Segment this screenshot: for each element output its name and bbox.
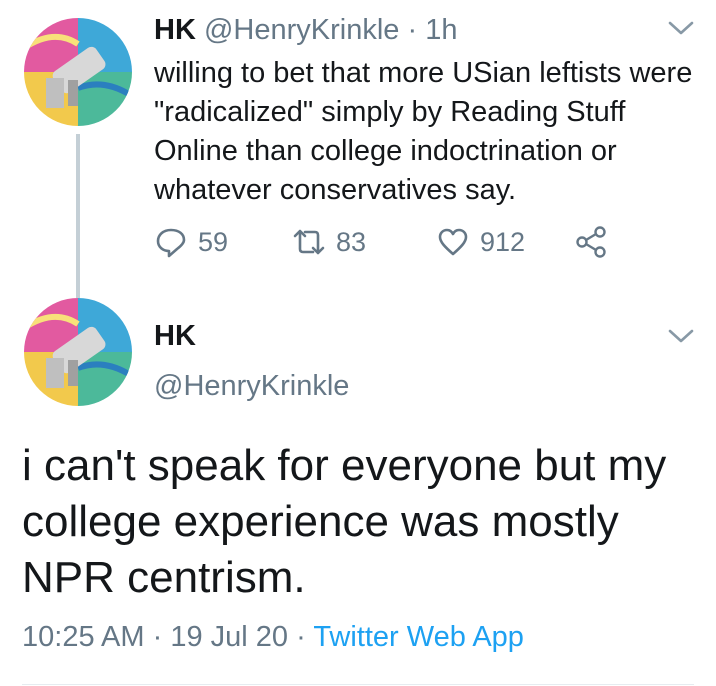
handle[interactable]: @HenryKrinkle	[204, 14, 399, 46]
avatar[interactable]	[24, 298, 132, 406]
retweet-icon	[293, 229, 325, 255]
date[interactable]: 19 Jul 20	[170, 621, 288, 653]
reply-count: 59	[198, 226, 229, 257]
display-name[interactable]: HK	[154, 318, 196, 354]
like-button[interactable]: 912	[436, 222, 525, 262]
display-name[interactable]: HK	[154, 14, 196, 46]
share-button[interactable]	[574, 222, 608, 262]
source-link[interactable]: Twitter Web App	[313, 621, 524, 653]
retweet-count: 83	[336, 226, 367, 257]
tweet-header: HK @HenryKrinkle · 1h	[154, 12, 457, 48]
retweet-button[interactable]: 83	[292, 222, 366, 262]
heart-icon	[438, 228, 468, 256]
separator: ·	[407, 14, 418, 46]
action-bar: 59 83 912	[154, 222, 674, 262]
timestamp[interactable]: 10:25 AM	[22, 621, 145, 653]
handle[interactable]: @HenryKrinkle	[154, 368, 349, 404]
reply-button[interactable]: 59	[154, 222, 228, 262]
tweet-1[interactable]: HK @HenryKrinkle · 1h willing to bet tha…	[0, 0, 716, 300]
timestamp[interactable]: 1h	[425, 14, 457, 46]
separator: ·	[296, 621, 306, 653]
reply-icon	[156, 228, 186, 258]
separator: ·	[152, 621, 163, 653]
tweet-text: willing to bet that more USian leftists …	[154, 57, 693, 206]
share-icon	[576, 226, 606, 258]
chevron-down-icon[interactable]	[664, 326, 698, 346]
like-count: 912	[480, 226, 526, 257]
divider	[22, 684, 694, 685]
tweet-meta: 10:25 AM · 19 Jul 20 · Twitter Web App	[22, 618, 524, 656]
chevron-down-icon[interactable]	[664, 18, 698, 38]
thread-line	[76, 134, 80, 298]
tweet-text: i can't speak for everyone but my colleg…	[22, 441, 667, 602]
avatar[interactable]	[24, 18, 132, 126]
